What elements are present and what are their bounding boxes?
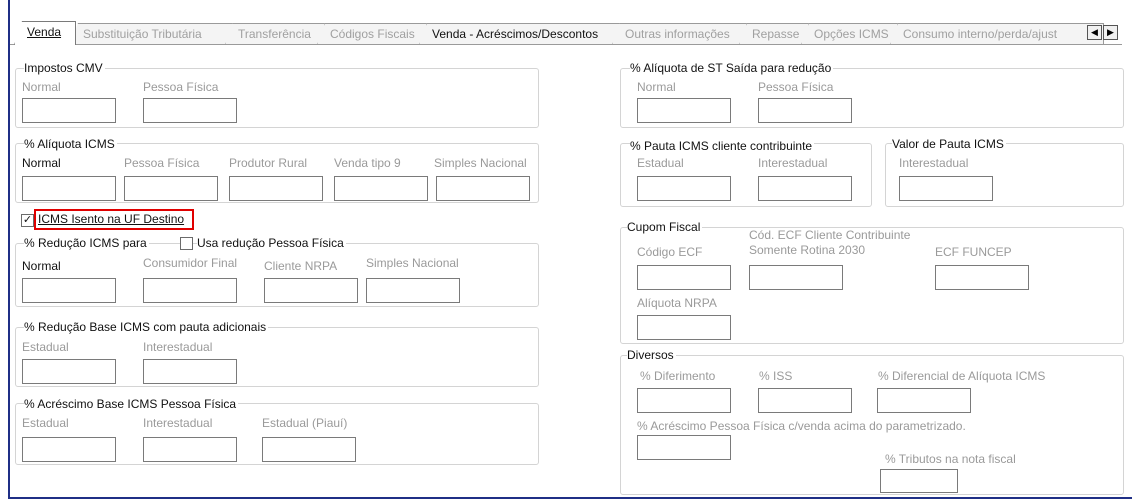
acrescimo-base-interestadual-label: Interestadual — [143, 416, 213, 430]
diversos-title: Diversos — [627, 348, 676, 362]
aliquota-icms-produtor-label: Produtor Rural — [229, 156, 308, 170]
reducao-icms-normal-input[interactable] — [22, 278, 116, 303]
tab-scroll-left-button[interactable]: ◀ — [1087, 25, 1102, 40]
reducao-icms-consumidor-input[interactable] — [143, 278, 237, 303]
diferencial-aliquota-input[interactable] — [877, 388, 971, 413]
reducao-base-interestadual-label: Interestadual — [143, 340, 213, 354]
impostos-cmv-title: Impostos CMV — [24, 61, 105, 75]
aliquota-icms-normal-label: Normal — [22, 156, 61, 170]
reducao-icms-title: % Redução ICMS para — [24, 236, 149, 250]
acrescimo-pf-label: % Acréscimo Pessoa Física c/venda acima … — [637, 419, 966, 433]
tab-opcoes-icms[interactable]: Opções ICMS — [801, 23, 898, 45]
aliquota-icms-simples-label: Simples Nacional — [434, 156, 527, 170]
aliquota-icms-simples-input[interactable] — [436, 176, 530, 201]
iss-label: % ISS — [759, 369, 793, 383]
usa-reducao-pf-label[interactable]: Usa redução Pessoa Física — [197, 236, 346, 250]
cod-ecf-cliente-input[interactable] — [749, 265, 843, 290]
pauta-icms-interestadual-input[interactable] — [758, 176, 852, 201]
aliquota-icms-venda9-input[interactable] — [334, 176, 428, 201]
ecf-funcep-input[interactable] — [935, 265, 1029, 290]
aliquota-icms-venda9-label: Venda tipo 9 — [334, 156, 401, 170]
reducao-icms-nrpa-label: Cliente NRPA — [264, 259, 338, 273]
reducao-base-estadual-label: Estadual — [22, 340, 69, 354]
reducao-base-estadual-input[interactable] — [22, 359, 116, 384]
reducao-base-interestadual-input[interactable] — [143, 359, 237, 384]
reducao-icms-nrpa-input[interactable] — [264, 278, 358, 303]
aliquota-icms-title: % Alíquota ICMS — [24, 137, 117, 151]
aliquota-icms-produtor-input[interactable] — [229, 176, 323, 201]
acrescimo-base-estadual-input[interactable] — [22, 437, 116, 462]
reducao-icms-simples-label: Simples Nacional — [366, 256, 459, 270]
tab-strip-baseline — [10, 44, 1122, 45]
icms-isento-checkbox[interactable]: ✓ — [21, 214, 34, 227]
tab-codigos-fiscais[interactable]: Códigos Fiscais — [317, 23, 427, 45]
acrescimo-base-title: % Acréscimo Base ICMS Pessoa Física — [24, 397, 239, 411]
impostos-cmv-pf-input[interactable] — [143, 98, 237, 123]
impostos-cmv-normal-label: Normal — [22, 80, 61, 94]
ecf-funcep-label: ECF FUNCEP — [935, 245, 1012, 259]
tab-consumo-interno[interactable]: Consumo interno/perda/ajust — [890, 23, 1104, 45]
acrescimo-base-interestadual-input[interactable] — [143, 437, 237, 462]
aliquota-icms-pf-label: Pessoa Física — [124, 156, 200, 170]
aliquota-nrpa-label: Alíquota NRPA — [637, 296, 717, 310]
acrescimo-pf-input[interactable] — [637, 435, 731, 460]
st-saida-title: % Alíquota de ST Saída para redução — [630, 61, 834, 75]
codigo-ecf-label: Código ECF — [637, 245, 703, 259]
acrescimo-base-estadual-label: Estadual — [22, 416, 69, 430]
pauta-icms-title: % Pauta ICMS cliente contribuinte — [630, 139, 815, 153]
usa-reducao-pf-checkbox[interactable] — [180, 237, 193, 250]
aliquota-icms-pf-input[interactable] — [124, 176, 218, 201]
pauta-icms-estadual-label: Estadual — [637, 156, 684, 170]
reducao-icms-normal-label: Normal — [22, 259, 61, 273]
tab-strip: Substituição Tributária Transferência Có… — [10, 21, 1122, 45]
cupom-fiscal-title: Cupom Fiscal — [627, 220, 703, 234]
aliquota-nrpa-input[interactable] — [637, 315, 731, 340]
tab-repasse[interactable]: Repasse — [739, 23, 809, 45]
reducao-base-title: % Redução Base ICMS com pauta adicionais — [24, 320, 269, 334]
cod-ecf-cliente-label-line1: Cód. ECF Cliente Contribuinte — [749, 228, 911, 242]
valor-pauta-interestadual-input[interactable] — [899, 176, 993, 201]
diferimento-label: % Diferimento — [640, 369, 716, 383]
reducao-icms-simples-input[interactable] — [366, 278, 460, 303]
st-saida-pf-input[interactable] — [758, 98, 852, 123]
iss-input[interactable] — [758, 388, 852, 413]
pauta-icms-interestadual-label: Interestadual — [758, 156, 828, 170]
tab-substituicao-tributaria[interactable]: Substituição Tributária — [70, 23, 235, 45]
impostos-cmv-normal-input[interactable] — [22, 98, 116, 123]
tab-venda[interactable]: Venda — [14, 21, 76, 45]
tributos-nota-label: % Tributos na nota fiscal — [885, 452, 1016, 466]
aliquota-icms-normal-input[interactable] — [22, 176, 116, 201]
codigo-ecf-input[interactable] — [637, 265, 731, 290]
impostos-cmv-pf-label: Pessoa Física — [143, 80, 219, 94]
reducao-icms-consumidor-label: Consumidor Final — [143, 256, 238, 270]
acrescimo-base-piaui-label: Estadual (Piauí) — [262, 416, 348, 430]
st-saida-pf-label: Pessoa Física — [758, 80, 834, 94]
tab-transferencia[interactable]: Transferência — [225, 23, 325, 45]
tributos-nota-input[interactable] — [880, 469, 958, 493]
valor-pauta-interestadual-label: Interestadual — [899, 156, 969, 170]
st-saida-normal-label: Normal — [637, 80, 676, 94]
diferimento-input[interactable] — [637, 388, 731, 413]
pauta-icms-estadual-input[interactable] — [637, 176, 731, 201]
cod-ecf-cliente-label-line2: Somente Rotina 2030 — [749, 243, 866, 257]
acrescimo-base-piaui-input[interactable] — [262, 437, 356, 462]
st-saida-normal-input[interactable] — [637, 98, 731, 123]
tab-venda-acrescimos-descontos[interactable]: Venda - Acréscimos/Descontos — [419, 23, 621, 45]
tab-scroll-right-button[interactable]: ▶ — [1103, 25, 1118, 40]
icms-isento-label[interactable]: ICMS Isento na UF Destino — [38, 212, 184, 226]
tab-outras-informacoes[interactable]: Outras informações — [612, 23, 747, 45]
diferencial-aliquota-label: % Diferencial de Alíquota ICMS — [878, 369, 1046, 383]
valor-pauta-title: Valor de Pauta ICMS — [892, 137, 1006, 151]
